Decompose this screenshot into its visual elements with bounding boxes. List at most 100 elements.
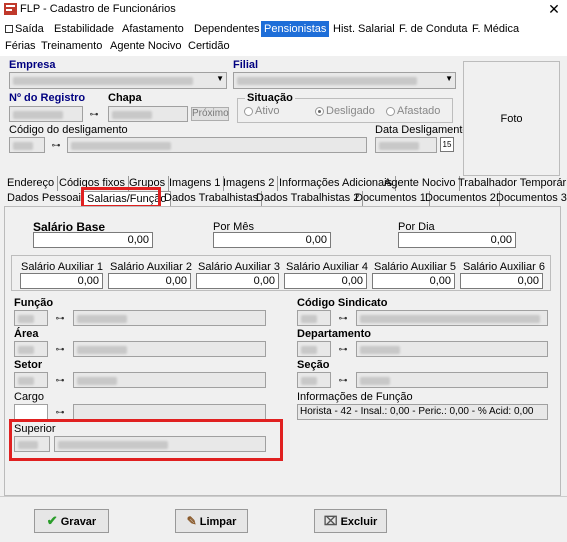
salario-aux-6-input[interactable]: 0,00 bbox=[460, 273, 543, 289]
info-funcao-label: Informações de Função bbox=[297, 391, 413, 403]
radio-icon bbox=[244, 106, 253, 116]
radio-label: Ativo bbox=[255, 105, 280, 117]
secao-code-input[interactable] bbox=[297, 372, 331, 388]
binoculars-icon[interactable]: ⊶ bbox=[336, 312, 350, 324]
radio-label: Afastado bbox=[397, 105, 441, 117]
salario-aux-1-label: Salário Auxiliar 1 bbox=[21, 261, 103, 273]
departamento-label: Departamento bbox=[297, 328, 371, 340]
data-desligamento-input[interactable] bbox=[375, 137, 437, 153]
gravar-button[interactable]: ✔ Gravar bbox=[34, 509, 109, 533]
close-icon[interactable]: ✕ bbox=[546, 1, 562, 17]
tab-imagens-2[interactable]: Imagens 2 bbox=[220, 176, 279, 191]
codigo-sindicato-label: Código Sindicato bbox=[297, 297, 388, 309]
salario-aux-6-label: Salário Auxiliar 6 bbox=[463, 261, 545, 273]
tab-documentos-2[interactable]: Documentos 2 bbox=[422, 191, 500, 206]
salario-aux-3-input[interactable]: 0,00 bbox=[196, 273, 279, 289]
empresa-label: Empresa bbox=[9, 59, 56, 71]
radio-ativo[interactable]: Ativo bbox=[244, 105, 279, 117]
funcao-code-input[interactable] bbox=[14, 310, 48, 326]
salario-aux-1-input[interactable]: 0,00 bbox=[20, 273, 103, 289]
menu-item-f-medica[interactable]: F. Médica bbox=[469, 21, 522, 37]
calendar-icon[interactable]: 15 bbox=[440, 137, 454, 152]
setor-label: Setor bbox=[14, 359, 43, 371]
menu-item-pensionistas[interactable]: Pensionistas bbox=[261, 21, 330, 37]
radio-afastado[interactable]: Afastado bbox=[386, 105, 440, 117]
area-label: Área bbox=[14, 328, 39, 340]
menu-item-ferias[interactable]: Férias bbox=[2, 38, 39, 54]
binoculars-icon[interactable]: ⊶ bbox=[53, 374, 67, 386]
menu-item-treinamento[interactable]: Treinamento bbox=[38, 38, 105, 54]
tab-documentos-3[interactable]: Documentos 3 bbox=[493, 191, 567, 206]
chevron-down-icon: ▼ bbox=[216, 74, 224, 83]
tab-dados-trabalhistas-2[interactable]: Dados Trabalhistas 2 bbox=[253, 191, 364, 206]
salario-aux-2-label: Salário Auxiliar 2 bbox=[110, 261, 192, 273]
binoculars-icon[interactable]: ⊶ bbox=[49, 139, 63, 151]
data-desligamento-label: Data Desligamento bbox=[375, 124, 469, 136]
tab-trabalhador-temporario[interactable]: Trabalhador Temporário bbox=[455, 176, 567, 191]
filial-label: Filial bbox=[233, 59, 259, 71]
secao-label: Seção bbox=[297, 359, 330, 371]
secao-desc bbox=[356, 372, 548, 388]
binoculars-icon[interactable]: ⊶ bbox=[53, 312, 67, 324]
excluir-button[interactable]: ⌧ Excluir bbox=[314, 509, 387, 533]
por-dia-input[interactable]: 0,00 bbox=[398, 232, 516, 248]
menu-check-icon bbox=[5, 25, 13, 34]
limpar-button[interactable]: ✎ Limpar bbox=[175, 509, 248, 533]
tab-imagens-1[interactable]: Imagens 1 bbox=[166, 176, 225, 191]
registro-label: Nº do Registro bbox=[9, 92, 86, 104]
departamento-desc bbox=[356, 341, 548, 357]
menu-item-afastamento[interactable]: Afastamento bbox=[119, 21, 187, 37]
binoculars-icon[interactable]: ⊶ bbox=[336, 374, 350, 386]
menu-item-estabilidade[interactable]: Estabilidade bbox=[51, 21, 117, 37]
binoculars-icon[interactable]: ⊶ bbox=[87, 108, 101, 120]
empresa-select[interactable]: ▼ bbox=[9, 72, 227, 89]
chevron-down-icon: ▼ bbox=[445, 74, 453, 83]
setor-code-input[interactable] bbox=[14, 372, 48, 388]
menu-item-dependentes[interactable]: Dependentes bbox=[191, 21, 262, 37]
radio-icon bbox=[386, 106, 395, 116]
codigo-desligamento-input[interactable] bbox=[9, 137, 45, 153]
filial-select[interactable]: ▼ bbox=[233, 72, 456, 89]
registro-input[interactable] bbox=[9, 106, 83, 122]
departamento-code-input[interactable] bbox=[297, 341, 331, 357]
menu-label: Saída bbox=[15, 23, 44, 35]
photo-label: Foto bbox=[500, 113, 523, 125]
menu-item-f-conduta[interactable]: F. de Conduta bbox=[396, 21, 471, 37]
gravar-label: Gravar bbox=[60, 516, 97, 528]
tab-documentos-1[interactable]: Documentos 1 bbox=[352, 191, 430, 206]
proximo-button[interactable]: Próximo bbox=[191, 107, 229, 121]
tab-dados-pessoais[interactable]: Dados Pessoais bbox=[4, 191, 91, 206]
broom-icon: ✎ bbox=[186, 514, 197, 528]
radio-label: Desligado bbox=[326, 105, 375, 117]
sindicato-code-input[interactable] bbox=[297, 310, 331, 326]
tab-agente-nocivo[interactable]: Agente Nocivo bbox=[381, 176, 460, 191]
cargo-desc bbox=[73, 404, 266, 420]
area-code-input[interactable] bbox=[14, 341, 48, 357]
chapa-input[interactable] bbox=[108, 106, 188, 122]
salario-aux-2-input[interactable]: 0,00 bbox=[108, 273, 191, 289]
sindicato-desc bbox=[356, 310, 548, 326]
title-bar: FLP - Cadastro de Funcionários ✕ bbox=[0, 0, 567, 20]
tab-endereco[interactable]: Endereço bbox=[4, 176, 59, 191]
radio-desligado[interactable]: Desligado bbox=[315, 105, 375, 117]
funcao-label: Função bbox=[14, 297, 54, 309]
por-mes-input[interactable]: 0,00 bbox=[213, 232, 331, 248]
menu-item-agente-nocivo[interactable]: Agente Nocivo bbox=[107, 38, 185, 54]
menu-item-certidao[interactable]: Certidão bbox=[185, 38, 233, 54]
area-desc bbox=[73, 341, 266, 357]
binoculars-icon[interactable]: ⊶ bbox=[336, 343, 350, 355]
cargo-code-input[interactable] bbox=[14, 404, 48, 420]
codigo-desligamento-desc bbox=[67, 137, 367, 153]
photo-box: Foto bbox=[463, 61, 560, 176]
salario-aux-4-input[interactable]: 0,00 bbox=[284, 273, 367, 289]
codigo-desligamento-label: Código do desligamento bbox=[9, 124, 128, 136]
salario-base-input[interactable]: 0,00 bbox=[33, 232, 153, 248]
menu-item-saida[interactable]: Saída bbox=[2, 21, 47, 37]
setor-desc bbox=[73, 372, 266, 388]
salario-aux-5-input[interactable]: 0,00 bbox=[372, 273, 455, 289]
binoculars-icon[interactable]: ⊶ bbox=[53, 343, 67, 355]
menu-item-hist-salarial[interactable]: Hist. Salarial bbox=[330, 21, 398, 37]
tab-info-adicionais[interactable]: Informações Adicionais bbox=[276, 176, 397, 191]
binoculars-icon[interactable]: ⊶ bbox=[53, 406, 67, 418]
tab-dados-trabalhistas[interactable]: Dados Trabalhistas bbox=[161, 191, 263, 206]
